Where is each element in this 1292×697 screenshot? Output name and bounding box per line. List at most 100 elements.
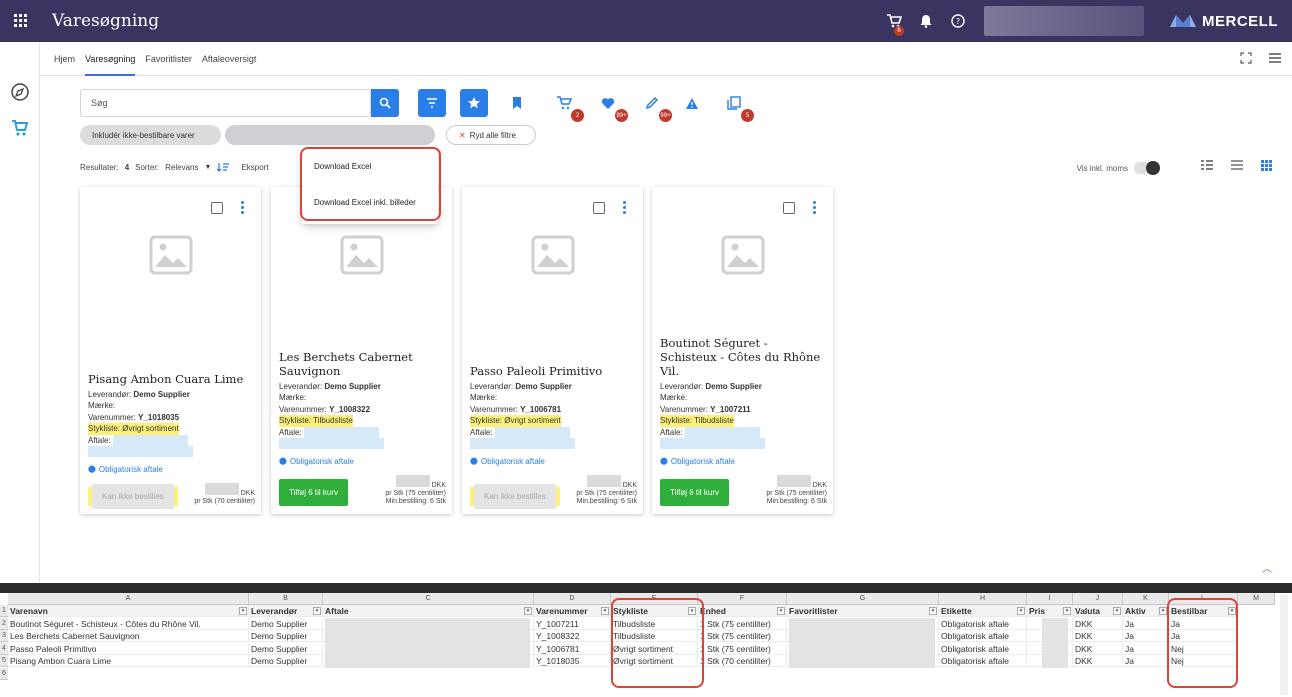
include-nonorderable-chip[interactable]: Inkludér ikke-bestilbare varer bbox=[80, 125, 221, 145]
sheet-cell[interactable]: Y_1007211 bbox=[534, 617, 611, 630]
sheet-cell[interactable]: Ja bbox=[1123, 630, 1169, 642]
sheet-header-cell[interactable]: Pris ▾ bbox=[1027, 605, 1073, 617]
sort-select[interactable]: Relevans bbox=[165, 163, 198, 172]
sheet-header-cell[interactable]: Leverandør ▾ bbox=[249, 605, 323, 617]
cart-add-button[interactable]: 2 bbox=[550, 89, 584, 122]
sheet-cell[interactable]: DKK bbox=[1073, 642, 1123, 655]
filter-button[interactable] bbox=[418, 89, 446, 117]
search-input[interactable]: Søg bbox=[80, 89, 371, 117]
product-card[interactable]: Passo Paleoli Primitivo Leverandør: Demo… bbox=[462, 187, 643, 514]
column-header[interactable]: D bbox=[534, 593, 611, 605]
filter-dropdown-icon[interactable]: ▾ bbox=[1159, 607, 1167, 615]
row-header[interactable]: 3 bbox=[0, 630, 8, 642]
column-header[interactable]: F bbox=[698, 593, 787, 605]
pen-button[interactable]: 99+ bbox=[638, 89, 672, 122]
row-header[interactable]: 5 bbox=[0, 655, 8, 667]
compass-icon[interactable] bbox=[10, 82, 30, 102]
sheet-header-cell[interactable]: Varenummer ▾ bbox=[534, 605, 611, 617]
column-header[interactable]: K bbox=[1123, 593, 1169, 605]
help-icon[interactable]: ? bbox=[942, 0, 974, 42]
column-header[interactable]: I bbox=[1027, 593, 1073, 605]
list-button[interactable]: 5 bbox=[720, 89, 754, 122]
sheet-cell[interactable]: DKK bbox=[1073, 655, 1123, 667]
row-header[interactable]: 1 bbox=[0, 605, 8, 617]
product-card[interactable]: Pisang Ambon Cuara Lime Leverandør: Demo… bbox=[80, 187, 261, 514]
app-grid-icon[interactable] bbox=[0, 0, 42, 42]
product-title[interactable]: Passo Paleoli Primitivo bbox=[470, 364, 637, 378]
mandatory-agreement-link[interactable]: Obligatorisk aftale bbox=[290, 456, 354, 468]
column-header[interactable]: M bbox=[1238, 593, 1275, 605]
nav-item-favoritlister[interactable]: Favoritlister bbox=[145, 42, 192, 76]
sheet-cell[interactable]: Y_1008322 bbox=[534, 630, 611, 642]
list-view-icon[interactable] bbox=[1231, 160, 1243, 170]
kebab-menu-icon[interactable] bbox=[241, 201, 245, 215]
column-header[interactable]: B bbox=[249, 593, 323, 605]
sheet-header-cell[interactable]: Aktiv ▾ bbox=[1123, 605, 1169, 617]
filter-dropdown-icon[interactable]: ▾ bbox=[777, 607, 785, 615]
warning-button[interactable] bbox=[678, 89, 706, 117]
column-header[interactable]: A bbox=[8, 593, 249, 605]
sheet-cell[interactable]: 1 Stk (75 centiliter) bbox=[698, 630, 787, 642]
sheet-cell[interactable]: Demo Supplier bbox=[249, 642, 323, 655]
grid-view-icon[interactable] bbox=[1261, 160, 1272, 171]
favorite-star-button[interactable] bbox=[460, 89, 488, 117]
product-card[interactable]: Les Berchets Cabernet Sauvignon Leverand… bbox=[271, 187, 452, 514]
sheet-cell[interactable]: 1 Stk (70 centiliter) bbox=[698, 655, 787, 667]
add-to-cart-button[interactable]: Tilføj 6 til kurv bbox=[279, 478, 349, 506]
mandatory-agreement-link[interactable]: Obligatorisk aftale bbox=[671, 456, 735, 468]
product-title[interactable]: Pisang Ambon Cuara Lime bbox=[88, 372, 255, 386]
row-header[interactable]: 2 bbox=[0, 617, 8, 630]
sheet-header-cell[interactable]: Valuta ▾ bbox=[1073, 605, 1123, 617]
cart-rail-icon[interactable] bbox=[10, 118, 30, 138]
filter-dropdown-icon[interactable]: ▾ bbox=[1063, 607, 1071, 615]
filter-dropdown-icon[interactable]: ▾ bbox=[1113, 607, 1121, 615]
sheet-cell[interactable]: Obligatorisk aftale bbox=[939, 617, 1027, 630]
filter-dropdown-icon[interactable]: ▾ bbox=[239, 607, 247, 615]
sheet-cell[interactable]: 1 Stk (75 centiliter) bbox=[698, 642, 787, 655]
sort-caret-icon[interactable]: ▼ bbox=[205, 164, 212, 171]
user-avatar[interactable] bbox=[984, 6, 1144, 36]
sheet-cell[interactable]: Ja bbox=[1123, 655, 1169, 667]
sheet-header-cell[interactable]: Varenavn ▾ bbox=[8, 605, 249, 617]
column-header[interactable]: H bbox=[939, 593, 1027, 605]
filter-dropdown-icon[interactable]: ▾ bbox=[929, 607, 937, 615]
select-checkbox[interactable] bbox=[783, 202, 795, 214]
sheet-cell[interactable]: Les Berchets Cabernet Sauvignon bbox=[8, 630, 249, 642]
heart-button[interactable]: 99+ bbox=[594, 89, 628, 122]
nav-item-home[interactable]: Hjem bbox=[54, 42, 75, 76]
row-header[interactable]: 4 bbox=[0, 642, 8, 655]
kebab-menu-icon[interactable] bbox=[813, 201, 817, 215]
sheet-cell[interactable]: Y_1006781 bbox=[534, 642, 611, 655]
search-button[interactable] bbox=[371, 89, 399, 117]
fullscreen-icon[interactable] bbox=[1240, 52, 1252, 64]
agreement-filter-chip[interactable] bbox=[225, 125, 435, 145]
sheet-cell[interactable]: Pisang Ambon Cuara Lime bbox=[8, 655, 249, 667]
sheet-cell[interactable]: Y_1018035 bbox=[534, 655, 611, 667]
filter-dropdown-icon[interactable]: ▾ bbox=[313, 607, 321, 615]
sheet-cell[interactable]: Obligatorisk aftale bbox=[939, 642, 1027, 655]
sheet-header-cell[interactable]: Etikette ▾ bbox=[939, 605, 1027, 617]
column-header[interactable]: G bbox=[787, 593, 939, 605]
vat-toggle[interactable] bbox=[1134, 161, 1160, 175]
row-header[interactable]: 6 bbox=[0, 667, 8, 680]
sheet-cell[interactable]: Demo Supplier bbox=[249, 630, 323, 642]
sheet-cell[interactable]: Obligatorisk aftale bbox=[939, 655, 1027, 667]
kebab-menu-icon[interactable] bbox=[623, 201, 627, 215]
sheet-cell[interactable]: Obligatorisk aftale bbox=[939, 630, 1027, 642]
add-to-cart-button[interactable]: Tilføj 6 til kurv bbox=[660, 478, 730, 506]
sort-order-icon[interactable] bbox=[217, 162, 230, 172]
cart-icon[interactable]: 6 bbox=[878, 0, 910, 42]
sheet-scrollbar[interactable] bbox=[1280, 595, 1288, 695]
sheet-cell[interactable]: Ja bbox=[1123, 617, 1169, 630]
menu-icon[interactable] bbox=[1268, 52, 1282, 64]
export-button[interactable]: Eksport bbox=[241, 163, 268, 172]
clear-filters-chip[interactable]: ✕ Ryd alle filtre bbox=[446, 125, 536, 145]
bell-icon[interactable] bbox=[910, 0, 942, 42]
sheet-header-cell[interactable]: Enhed ▾ bbox=[698, 605, 787, 617]
sheet-cell[interactable]: 1 Stk (75 centiliter) bbox=[698, 617, 787, 630]
column-header[interactable]: C bbox=[323, 593, 534, 605]
product-title[interactable]: Les Berchets Cabernet Sauvignon bbox=[279, 350, 446, 378]
sheet-cell[interactable]: DKK bbox=[1073, 630, 1123, 642]
sheet-cell[interactable]: Demo Supplier bbox=[249, 655, 323, 667]
filter-dropdown-icon[interactable]: ▾ bbox=[1017, 607, 1025, 615]
